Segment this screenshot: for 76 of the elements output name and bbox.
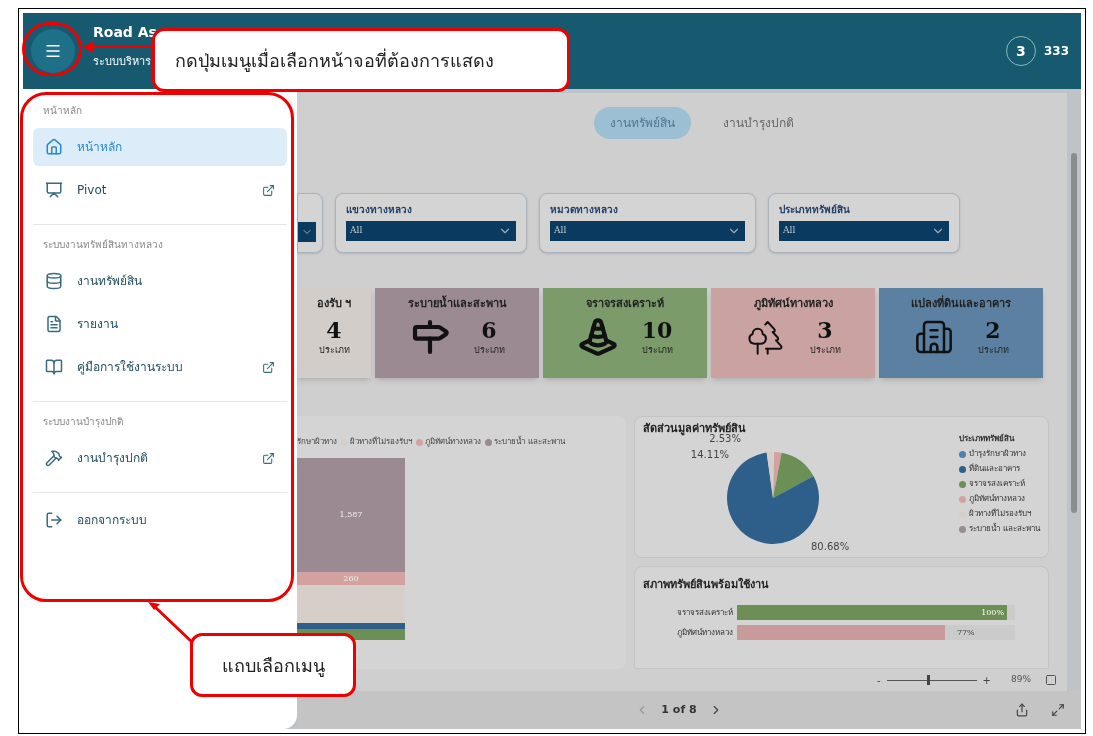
legend-label: ที่ดินและอาคาร: [969, 463, 1021, 475]
logout-icon: [45, 511, 63, 529]
user-name[interactable]: 333: [1043, 42, 1069, 60]
sidebar-item[interactable]: งานทรัพย์สิน: [33, 262, 287, 300]
sidebar-item[interactable]: คู่มือการใช้งานระบบ: [33, 348, 287, 386]
card-title: องรับ ฯ: [316, 296, 352, 312]
database-icon: [45, 272, 63, 290]
file-icon: [45, 315, 63, 333]
legend-label: ผิวทางที่ไม่รองรับฯ: [350, 436, 412, 448]
highlight-ring: [22, 22, 82, 76]
filter-dropdown[interactable]: All: [779, 221, 949, 241]
filter-label: แขวงทางหลวง: [346, 203, 413, 217]
card-unit: ประเภท: [473, 344, 505, 357]
home-icon: [45, 138, 63, 156]
card-count: 6: [481, 316, 497, 344]
card-count: 2: [985, 316, 1001, 344]
slice-label: 14.11%: [690, 448, 729, 460]
zoom-reading: 89%: [1011, 673, 1031, 687]
hammer-icon: [45, 449, 63, 467]
book-icon: [45, 358, 63, 376]
segment-label: 1,587: [339, 509, 363, 521]
sidebar-item[interactable]: งานบำรุงปกติ: [33, 439, 287, 477]
value-label: 77%: [956, 626, 975, 639]
legend-label: ภูมิทัศน์ทางหลวง: [969, 493, 1026, 505]
card-title: ระบายน้ำและสะพาน: [407, 296, 507, 312]
legend-label: จราจรสงเคราะห์: [969, 478, 1026, 490]
card-unit: ประเภท: [977, 344, 1009, 357]
tab[interactable]: งานบำรุงปกติ: [707, 107, 810, 139]
section-heading: ระบบงานบำรุงปกติ: [42, 415, 124, 429]
sidebar-item[interactable]: รายงาน: [33, 305, 287, 343]
page-indicator: 1 of 8: [661, 701, 697, 718]
menu-icon: [44, 42, 62, 60]
scrollbar-thumb[interactable]: [1071, 153, 1077, 513]
bar-label: ภูมิทัศน์ทางหลวง: [676, 626, 734, 639]
section-heading: หน้าหลัก: [42, 104, 83, 118]
legend-label: ภูมิทัศน์ทางหลวง: [425, 436, 481, 448]
slice-label: 2.53%: [709, 432, 741, 444]
chart-title: สภาพทรัพย์สินพร้อมใช้งาน: [643, 578, 769, 591]
filter-dropdown[interactable]: All: [550, 221, 745, 241]
sidebar-callout: แถบเลือกเมนู: [190, 633, 356, 697]
value-label: 100%: [981, 606, 1004, 619]
logout-item[interactable]: ออกจากระบบ: [33, 501, 287, 539]
share-icon[interactable]: [1015, 703, 1029, 717]
zoom-slider-thumb[interactable]: [927, 674, 931, 685]
legend-label: ระบายน้ำ และสะพาน: [494, 436, 565, 448]
zoom-in-button[interactable]: +: [982, 672, 991, 688]
legend-label: บำรุงรักษาผิวทาง: [969, 448, 1027, 460]
zoom-out-button[interactable]: -: [877, 672, 881, 688]
pointer-arrow: [82, 40, 154, 54]
legend-label: ผิวทางที่ไม่รองรับฯ: [969, 508, 1032, 520]
fullscreen-icon[interactable]: [1051, 703, 1065, 717]
traffic-cone-icon: [577, 317, 618, 357]
filter-label: หมวดทางหลวง: [550, 203, 619, 217]
app-subtitle: ระบบบริหาร: [93, 53, 152, 70]
legend-label: ระบายน้ำ และสะพาน: [969, 523, 1040, 535]
card-count: 3: [817, 316, 833, 344]
section-heading: ระบบงานทรัพย์สินทางหลวง: [42, 238, 164, 252]
presentation-icon: [45, 181, 63, 199]
legend-title: ประเภททรัพย์สิน: [959, 433, 1016, 445]
segment-label: 260: [343, 572, 359, 585]
slice-label: 80.68%: [811, 540, 850, 552]
fit-page-icon[interactable]: [1045, 674, 1057, 686]
bar-label: จราจรสงเคราะห์: [676, 606, 734, 619]
card-count: 10: [641, 316, 673, 344]
card-title: จราจรสงเคราะห์: [586, 296, 664, 312]
card-title: แปลงที่ดินและอาคาร: [911, 296, 1011, 312]
menu-button[interactable]: [31, 29, 75, 73]
card-title: ภูมิทัศน์ทางหลวง: [753, 296, 833, 313]
card-unit: ประเภท: [641, 344, 673, 357]
filter-dropdown[interactable]: All: [346, 221, 516, 241]
sidebar-item[interactable]: Pivot: [33, 171, 287, 209]
card-unit: ประเภท: [318, 344, 350, 357]
filter-label: ประเภททรัพย์สิน: [779, 203, 851, 217]
legend-label: รักษาผิวทาง: [297, 436, 337, 448]
card-unit: ประเภท: [809, 344, 841, 357]
card-count: 4: [326, 316, 342, 344]
